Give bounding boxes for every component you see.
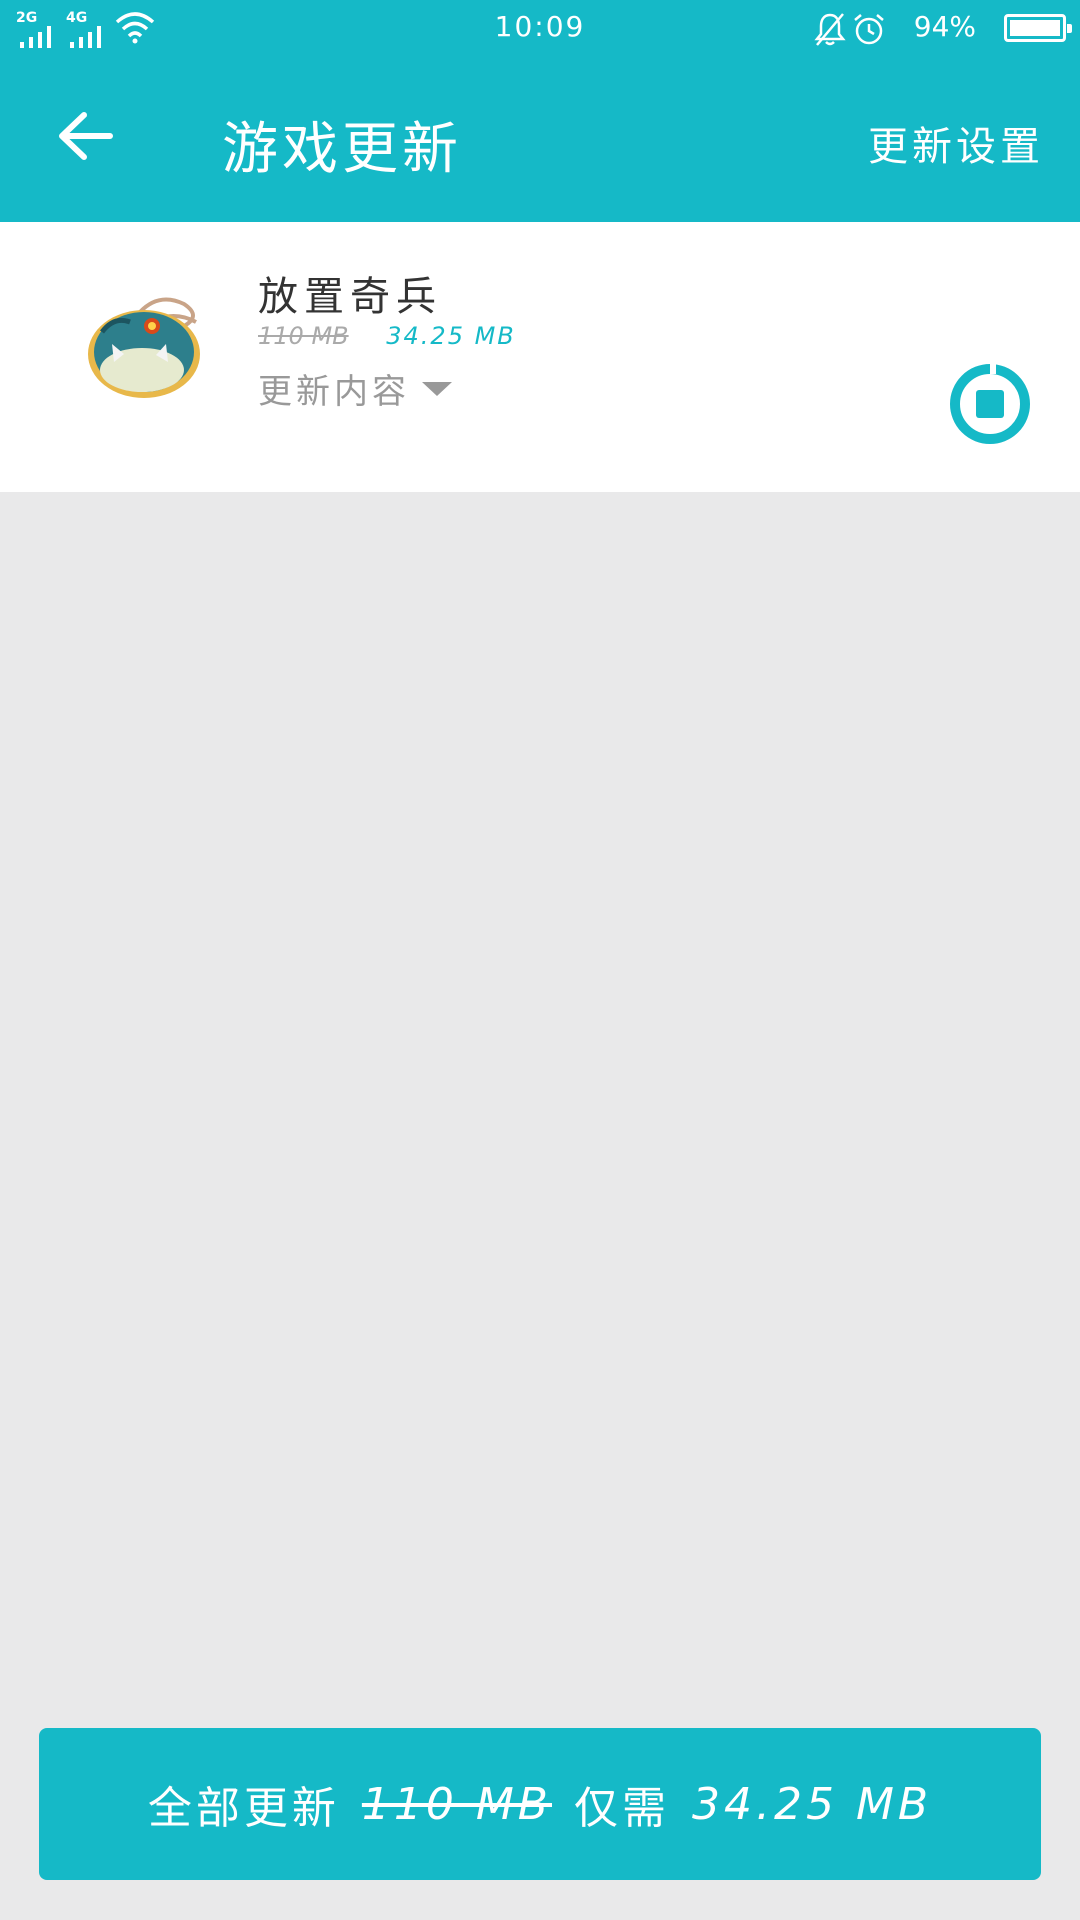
- game-icon: [88, 297, 200, 398]
- need-label: 仅需: [574, 1783, 670, 1834]
- bell-mute-icon: [814, 13, 846, 46]
- status-bar: 2G 4G 10:09 94%: [0, 0, 1080, 54]
- app-name: 放置奇兵: [258, 274, 442, 320]
- status-icons: 94%: [806, 10, 1072, 46]
- page-title: 游戏更新: [222, 117, 462, 182]
- back-arrow-icon[interactable]: [56, 110, 114, 162]
- stop-download-icon[interactable]: [948, 362, 1032, 446]
- update-all-label: 全部更新: [147, 1783, 340, 1834]
- size-info: 110 MB 34.25 MB: [258, 322, 516, 350]
- new-total-size: 34.25 MB: [692, 1778, 933, 1830]
- update-all-button[interactable]: 全部更新 110 MB 仅需 34.25 MB: [39, 1728, 1041, 1880]
- battery-percent: 94%: [913, 10, 976, 43]
- changelog-toggle[interactable]: 更新内容: [258, 364, 410, 413]
- battery-icon: [1004, 14, 1072, 42]
- header: 2G 4G 10:09 94% 游戏更新 更新设置: [0, 0, 1080, 222]
- old-total-size: 110 MB: [361, 1778, 552, 1830]
- chevron-down-icon[interactable]: [422, 382, 452, 396]
- update-list: 放置奇兵 110 MB 34.25 MB 更新内容: [0, 222, 1080, 492]
- alarm-icon: [854, 14, 884, 45]
- update-settings-button[interactable]: 更新设置: [868, 114, 1044, 172]
- new-size: 34.25 MB: [386, 322, 516, 350]
- old-size: 110 MB: [258, 322, 349, 350]
